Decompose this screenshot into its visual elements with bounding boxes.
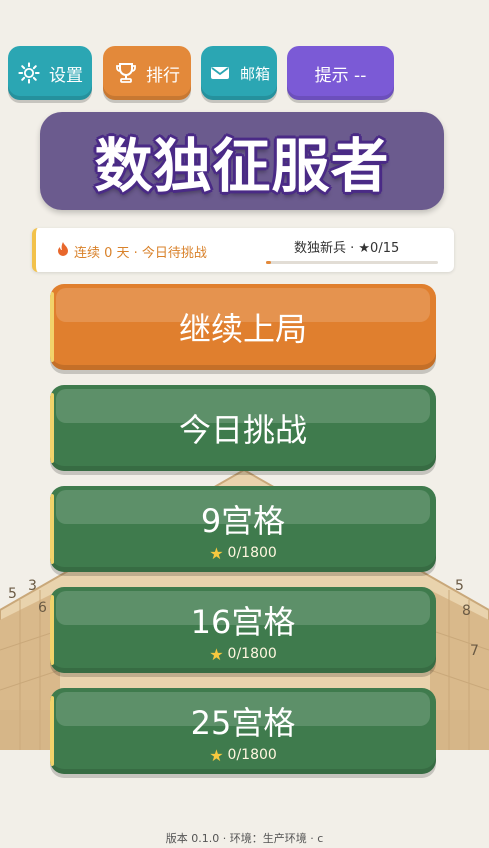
mailbox-button[interactable]: 邮箱: [201, 46, 277, 100]
settings-label: 设置: [49, 65, 83, 86]
flame-icon: [56, 241, 70, 261]
leaderboard-button[interactable]: 排行: [103, 46, 191, 100]
star-icon: ★: [209, 543, 224, 563]
hint-button[interactable]: 提示 --: [287, 46, 394, 100]
settings-button[interactable]: 设置: [8, 46, 92, 100]
svg-text:6: 6: [38, 600, 47, 616]
grid-16-label: 16宫格: [190, 602, 296, 641]
version-footer: 版本 0.1.0 · 环境：生产环境 · c: [165, 832, 324, 845]
mailbox-label: 邮箱: [239, 64, 270, 83]
svg-text:8: 8: [462, 603, 471, 619]
rank-progress-fill: [266, 261, 272, 264]
hint-label: 提示 --: [314, 65, 367, 86]
mail-icon: [208, 61, 232, 85]
grid-16-button[interactable]: 16宫格 ★ 0/1800: [50, 587, 436, 673]
grid-25-button[interactable]: 25宫格 ★ 0/1800: [50, 688, 436, 774]
grid-9-stars: ★ 0/1800: [209, 544, 277, 563]
trophy-icon: [114, 61, 138, 85]
grid-25-label: 25宫格: [190, 703, 296, 742]
grid-9-stars-text: 0/1800: [227, 545, 277, 561]
grid-25-stars-text: 0/1800: [227, 747, 277, 763]
leaderboard-label: 排行: [146, 65, 180, 86]
streak-text: 连续 0 天 · 今日待挑战: [74, 245, 207, 261]
continue-game-label: 继续上局: [178, 310, 307, 348]
star-icon: ★: [209, 745, 224, 765]
svg-text:3: 3: [28, 578, 37, 594]
daily-challenge-label: 今日挑战: [178, 411, 307, 449]
daily-challenge-button[interactable]: 今日挑战: [50, 385, 436, 471]
streak-info: 连续 0 天 · 今日待挑战: [56, 241, 207, 261]
grid-25-stars: ★ 0/1800: [209, 746, 277, 765]
rank-progress-bar: [266, 261, 438, 264]
title-banner: 数独征服者: [40, 112, 444, 210]
grid-16-stars: ★ 0/1800: [209, 645, 277, 664]
top-toolbar: 设置 排行 邮箱 提示 --: [0, 46, 489, 102]
rank-text: 数独新兵 · ★0/15: [294, 241, 400, 256]
svg-text:5: 5: [455, 578, 464, 594]
grid-9-label: 9宫格: [200, 501, 286, 540]
status-strip: 连续 0 天 · 今日待挑战 数独新兵 · ★0/15: [32, 228, 454, 272]
svg-text:5: 5: [8, 586, 17, 602]
grid-16-stars-text: 0/1800: [227, 646, 277, 662]
star-icon: ★: [209, 644, 224, 664]
grid-9-button[interactable]: 9宫格 ★ 0/1800: [50, 486, 436, 572]
svg-text:7: 7: [470, 643, 479, 659]
continue-game-button[interactable]: 继续上局: [50, 284, 436, 370]
gear-icon: [17, 61, 41, 85]
game-title: 数独征服者: [94, 132, 390, 200]
